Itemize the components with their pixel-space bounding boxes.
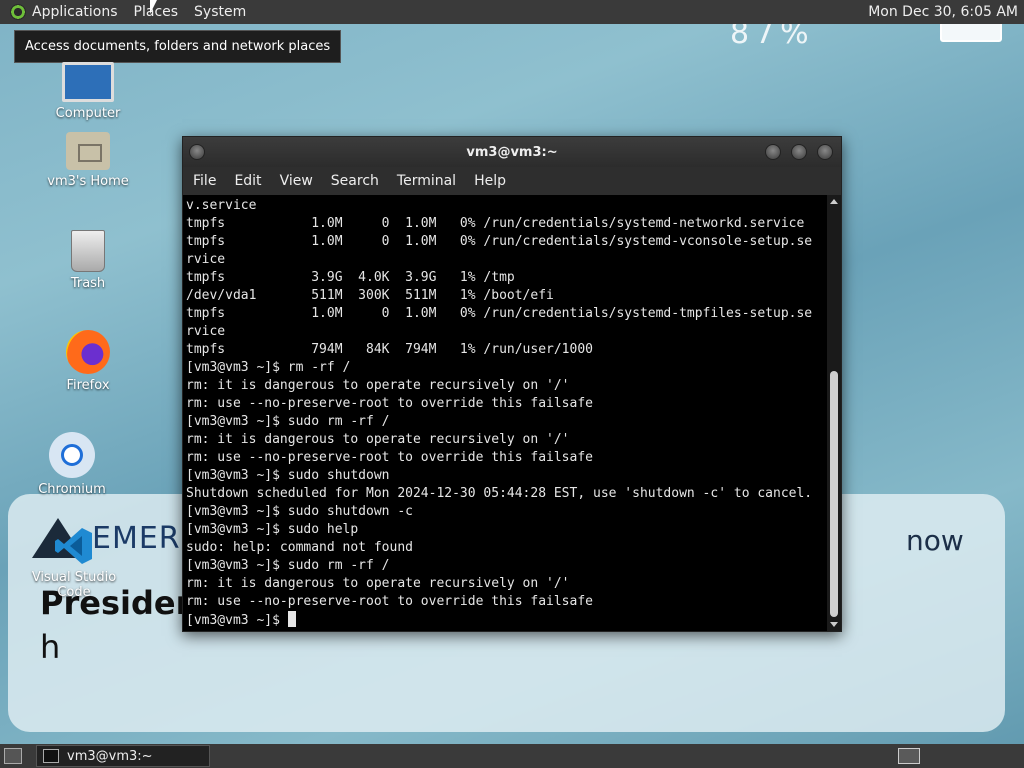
terminal-line: tmpfs 794M 84K 794M 1% /run/user/1000 — [186, 342, 593, 357]
terminal-line: v.service — [186, 198, 257, 213]
terminal-line: /dev/vda1 511M 300K 511M 1% /boot/efi — [186, 288, 554, 303]
desktop-icon-label: Chromium — [38, 482, 106, 497]
terminal-scrollbar[interactable] — [827, 195, 841, 631]
terminal-line: tmpfs 1.0M 0 1.0M 0% /run/credentials/sy… — [186, 216, 805, 231]
menu-file[interactable]: File — [193, 173, 216, 189]
workspace-switcher[interactable] — [898, 748, 920, 764]
desktop-icon-trash[interactable]: Trash — [28, 230, 148, 291]
desktop-icon-vscode[interactable]: Visual Studio Code — [14, 526, 134, 600]
desktop-icon-label: Computer — [55, 106, 121, 121]
distro-logo-icon[interactable] — [10, 4, 26, 20]
applications-menu[interactable]: Applications — [32, 4, 118, 20]
terminal-text: v.service tmpfs 1.0M 0 1.0M 0% /run/crede… — [186, 197, 823, 630]
terminal-line: tmpfs 1.0M 0 1.0M 0% /run/credentials/sy… — [186, 234, 813, 249]
desktop-icon-label: Visual Studio Code — [31, 570, 117, 600]
vscode-icon — [54, 526, 94, 566]
desktop-icon-computer[interactable]: Computer — [28, 62, 148, 121]
scroll-down-icon[interactable] — [830, 622, 838, 627]
show-desktop-icon[interactable] — [4, 748, 22, 764]
desktop-icon-label: Firefox — [66, 378, 110, 393]
taskbar-item-terminal[interactable]: vm3@vm3:~ — [36, 745, 210, 767]
terminal-window[interactable]: vm3@vm3:~ File Edit View Search Terminal… — [182, 136, 842, 632]
maximize-button[interactable] — [791, 144, 807, 160]
clock[interactable]: Mon Dec 30, 6:05 AM — [868, 4, 1018, 20]
terminal-line: [vm3@vm3 ~]$ rm -rf / — [186, 360, 351, 375]
terminal-line: rm: it is dangerous to operate recursive… — [186, 576, 570, 591]
window-menu-icon[interactable] — [189, 144, 205, 160]
text-cursor — [287, 611, 296, 627]
terminal-line: sudo: help: command not found — [186, 540, 413, 555]
terminal-line: [vm3@vm3 ~]$ sudo rm -rf / — [186, 414, 390, 429]
scroll-thumb[interactable] — [830, 371, 838, 617]
menu-search[interactable]: Search — [331, 173, 379, 189]
wallpaper-h-text: h — [40, 628, 61, 666]
terminal-output[interactable]: v.service tmpfs 1.0M 0 1.0M 0% /run/crede… — [183, 195, 841, 631]
computer-icon — [62, 62, 114, 102]
minimize-button[interactable] — [765, 144, 781, 160]
menu-terminal[interactable]: Terminal — [397, 173, 456, 189]
desktop-icon-firefox[interactable]: Firefox — [28, 330, 148, 393]
terminal-line: [vm3@vm3 ~]$ sudo help — [186, 522, 359, 537]
bottom-panel: vm3@vm3:~ — [0, 744, 1024, 768]
terminal-prompt: [vm3@vm3 ~]$ — [186, 613, 288, 628]
terminal-line: rvice — [186, 324, 226, 339]
top-menu: Applications Places System — [0, 4, 262, 20]
wallpaper-now-text: now — [906, 524, 964, 557]
terminal-line: rm: use --no-preserve-root to override t… — [186, 594, 593, 609]
terminal-line: [vm3@vm3 ~]$ sudo shutdown — [186, 468, 390, 483]
system-menu[interactable]: System — [194, 4, 246, 20]
desktop-icon-home[interactable]: vm3's Home — [28, 132, 148, 189]
terminal-prompt-line[interactable]: [vm3@vm3 ~]$ — [186, 611, 823, 630]
desktop-icon-chromium[interactable]: Chromium — [12, 432, 132, 497]
desktop-icon-label: Trash — [70, 276, 106, 291]
desktop-icon-label: vm3's Home — [47, 174, 129, 189]
terminal-titlebar[interactable]: vm3@vm3:~ — [183, 137, 841, 167]
mouse-cursor-icon — [150, 0, 157, 14]
terminal-line: [vm3@vm3 ~]$ sudo rm -rf / — [186, 558, 390, 573]
terminal-line: [vm3@vm3 ~]$ sudo shutdown -c — [186, 504, 413, 519]
close-button[interactable] — [817, 144, 833, 160]
places-tooltip: Access documents, folders and network pl… — [14, 30, 342, 63]
terminal-line: rm: it is dangerous to operate recursive… — [186, 378, 570, 393]
terminal-line: rm: use --no-preserve-root to override t… — [186, 450, 593, 465]
home-folder-icon — [66, 132, 110, 170]
window-title: vm3@vm3:~ — [466, 144, 558, 160]
terminal-line: tmpfs 1.0M 0 1.0M 0% /run/credentials/sy… — [186, 306, 813, 321]
terminal-icon — [43, 749, 59, 763]
menu-help[interactable]: Help — [474, 173, 506, 189]
terminal-line: Shutdown scheduled for Mon 2024-12-30 05… — [186, 486, 813, 501]
chromium-icon — [49, 432, 95, 478]
terminal-line: rvice — [186, 252, 226, 267]
menu-edit[interactable]: Edit — [234, 173, 261, 189]
firefox-icon — [66, 330, 110, 374]
menu-view[interactable]: View — [280, 173, 313, 189]
taskbar-item-label: vm3@vm3:~ — [67, 748, 153, 764]
terminal-line: rm: use --no-preserve-root to override t… — [186, 396, 593, 411]
terminal-menubar: File Edit View Search Terminal Help — [183, 167, 841, 195]
scroll-up-icon[interactable] — [830, 199, 838, 204]
terminal-line: rm: it is dangerous to operate recursive… — [186, 432, 570, 447]
terminal-line: tmpfs 3.9G 4.0K 3.9G 1% /tmp — [186, 270, 515, 285]
trash-icon — [71, 230, 105, 272]
